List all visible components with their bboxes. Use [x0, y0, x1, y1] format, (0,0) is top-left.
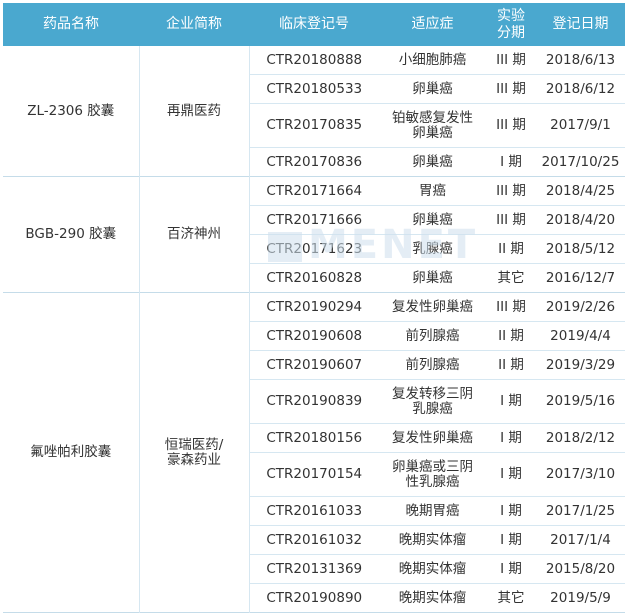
header-phase: 实验 分期 [486, 3, 536, 46]
registration-no-cell: CTR20190294 [266, 298, 363, 315]
phase-cell: II 期 [498, 356, 524, 373]
registration-date-cell: 2017/9/1 [550, 117, 611, 133]
indication-cell: 卵巢癌 [412, 153, 453, 170]
phase-cell: III 期 [496, 211, 526, 228]
header-registration-date: 登记日期 [536, 3, 625, 46]
phase-cell: III 期 [496, 182, 526, 199]
registration-date-cell: 2019/2/26 [545, 298, 616, 315]
indication-cell: 复发性卵巢癌 [392, 429, 473, 446]
registration-no-cell: CTR20190890 [266, 589, 363, 606]
registration-date-cell: 2018/5/12 [545, 240, 616, 257]
indication-cell: 铂敏感复发性 卵巢癌 [392, 109, 473, 141]
indication-cell: 复发转移三阴 乳腺癌 [392, 385, 473, 417]
phase-cell: I 期 [500, 393, 522, 409]
indication-cell: 卵巢癌 [412, 269, 453, 286]
indication-cell: 前列腺癌 [405, 327, 460, 344]
table-row: BGB-290 胶囊 百济神州 CTR20171664 胃癌 III 期 2018/4/2… [3, 176, 625, 293]
indication-cell: 卵巢癌 [412, 80, 453, 97]
company-cell: 百济神州 [139, 176, 250, 293]
indication-cell: 晚期实体瘤 [398, 560, 467, 577]
registration-date-cell: 2016/12/7 [545, 269, 616, 286]
indication-cell: 乳腺癌 [412, 240, 453, 257]
phase-cell: III 期 [496, 51, 526, 68]
registration-date-cell: 2019/5/16 [545, 393, 616, 409]
phase-cell: I 期 [500, 502, 522, 519]
indication-cell: 卵巢癌或三阴 性乳腺癌 [392, 458, 473, 490]
registration-no-cell: CTR20170836 [266, 153, 363, 170]
phase-cell: II 期 [498, 327, 524, 344]
registration-no-cell: CTR20171664 [266, 182, 363, 199]
registration-no-cell: CTR20171666 [266, 211, 363, 228]
indication-cell: 晚期实体瘤 [398, 531, 467, 548]
registration-date-cell: 2019/4/4 [550, 327, 611, 344]
indication-cell: 前列腺癌 [405, 356, 460, 373]
company-cell: 恒瑞医药/ 豪森药业 [139, 292, 250, 613]
phase-cell: I 期 [500, 466, 522, 482]
drug-name-cell: 氟唑帕利胶囊 [3, 292, 140, 613]
registration-date-cell: 2017/1/25 [545, 502, 616, 519]
registration-date-cell: 2015/8/20 [545, 560, 616, 577]
phase-cell: III 期 [496, 117, 526, 133]
indication-cell: 卵巢癌 [412, 211, 453, 228]
header-drug-name: 药品名称 [3, 3, 139, 46]
registration-no-cell: CTR20190839 [266, 393, 363, 409]
registration-no-cell: CTR20170835 [266, 117, 363, 133]
registration-no-cell: CTR20161033 [266, 502, 363, 519]
indication-cell: 胃癌 [419, 182, 446, 199]
table-row: 氟唑帕利胶囊 恒瑞医药/ 豪森药业 CTR20190294 复发性卵巢癌 III 期 20… [3, 292, 625, 613]
company-cell: 再鼎医药 [139, 46, 250, 177]
indication-cell: 复发性卵巢癌 [392, 298, 473, 315]
registration-date-cell: 2018/4/25 [545, 182, 616, 199]
table-body: ZL-2306 胶囊 再鼎医药 CTR20180888 小细胞肺癌 III 期 2018/… [3, 46, 625, 613]
header-indication: 适应症 [379, 3, 486, 46]
phase-cell: III 期 [496, 298, 526, 315]
registration-no-cell: CTR20160828 [266, 269, 363, 286]
phase-cell: I 期 [500, 153, 522, 170]
drug-name-cell: ZL-2306 胶囊 [3, 46, 140, 177]
registration-date-cell: 2018/2/12 [545, 429, 616, 446]
phase-cell: I 期 [500, 560, 522, 577]
registration-date-cell: 2018/6/13 [545, 51, 616, 68]
registration-date-cell: 2019/3/29 [545, 356, 616, 373]
registration-no-cell: CTR20180156 [266, 429, 363, 446]
phase-cell: 其它 [497, 589, 525, 606]
phase-cell: I 期 [500, 531, 522, 548]
registration-no-cell: CTR20161032 [266, 531, 363, 548]
registration-no-cell: CTR20180533 [266, 80, 363, 97]
registration-date-cell: 2019/5/9 [550, 589, 611, 606]
registration-no-cell: CTR20170154 [266, 466, 363, 482]
clinical-trials-table: 药品名称 企业简称 临床登记号 适应症 实验 分期 登记日期 ZL-2306 胶… [3, 3, 625, 613]
registration-no-cell: CTR20171623 [266, 240, 363, 257]
indication-cell: 小细胞肺癌 [398, 51, 467, 68]
drug-name-cell: BGB-290 胶囊 [3, 176, 140, 293]
phase-cell: 其它 [497, 269, 525, 286]
header-company: 企业简称 [139, 3, 249, 46]
registration-date-cell: 2017/10/25 [541, 153, 620, 170]
table-row: ZL-2306 胶囊 再鼎医药 CTR20180888 小细胞肺癌 III 期 2018/… [3, 46, 625, 177]
registration-date-cell: 2018/4/20 [545, 211, 616, 228]
phase-cell: II 期 [498, 240, 524, 257]
registration-no-cell: CTR20190607 [266, 356, 363, 373]
table-header-row: 药品名称 企业简称 临床登记号 适应症 实验 分期 登记日期 [3, 3, 625, 46]
registration-no-cell: CTR20180888 [266, 51, 363, 68]
registration-date-cell: 2017/3/10 [545, 466, 616, 482]
registration-date-cell: 2018/6/12 [545, 80, 616, 97]
registration-date-cell: 2017/1/4 [550, 531, 611, 548]
registration-no-cell: CTR20131369 [266, 560, 363, 577]
registration-no-cell: CTR20190608 [266, 327, 363, 344]
phase-cell: III 期 [496, 80, 526, 97]
phase-cell: I 期 [500, 429, 522, 446]
header-registration-no: 临床登记号 [249, 3, 379, 46]
indication-cell: 晚期实体瘤 [398, 589, 467, 606]
indication-cell: 晚期胃癌 [405, 502, 460, 519]
